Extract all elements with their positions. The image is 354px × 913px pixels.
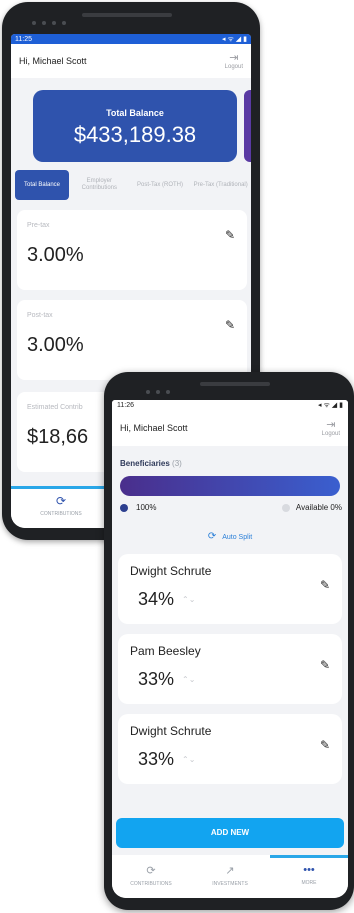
screen-beneficiaries: 11:26 ◂ ᯤ ◢ ▮ Hi, Michael Scott ⇥ Logout… [112,400,348,898]
greeting-text: Hi, Michael Scott [19,56,87,66]
edit-pencil-icon[interactable]: ✎ [225,228,235,242]
nav-contributions-label: CONTRIBUTIONS [130,881,172,887]
sync-icon: ⟳ [146,865,156,877]
balance-tabs: Total Balance Employer Contributions Pos… [15,170,251,200]
sync-icon: ⟳ [55,494,67,508]
edit-pencil-icon[interactable]: ✎ [225,318,235,332]
app-header: Hi, Michael Scott ⇥ Logout [11,44,251,78]
stepper-icon[interactable]: ⌃⌄ [182,675,195,684]
beneficiary-name: Dwight Schrute [130,564,212,578]
phone-sensors [146,381,176,399]
beneficiary-pct[interactable]: 34% [138,589,174,610]
beneficiary-card: Dwight Schrute 34% ⌃⌄ ✎ [118,554,342,624]
beneficiary-pct[interactable]: 33% [138,669,174,690]
beneficiary-name: Dwight Schrute [130,724,212,738]
beneficiary-name: Pam Beesley [130,644,201,658]
add-new-button[interactable]: ADD NEW [116,818,344,848]
allocated-dot-icon [120,503,128,512]
phone-speaker [82,13,172,17]
more-icon: ••• [303,864,315,876]
beneficiaries-title: Beneficiaries [120,459,170,468]
beneficiary-card: Pam Beesley 33% ⌃⌄ ✎ [118,634,342,704]
balance-amount: $433,189.38 [73,122,197,147]
nav-contributions-label: CONTRIBUTIONS [40,511,82,517]
estimated-label: Estimated Contrib [27,404,83,411]
status-icons: ◂ ᯤ ◢ ▮ [222,35,247,43]
trend-icon: ↗ [225,865,235,877]
logout-button[interactable]: ⇥ Logout [321,418,340,437]
allocated-legend: 100% [120,503,156,512]
beneficiaries-heading: Beneficiaries (3) [120,459,182,468]
nav-more-label: MORE [301,880,317,886]
phone-front: 11:26 ◂ ᯤ ◢ ▮ Hi, Michael Scott ⇥ Logout… [104,372,354,910]
status-bar: 11:25 ◂ ᯤ ◢ ▮ [11,34,251,44]
post-tax-card: Post-tax 3.00% ✎ [17,300,247,380]
status-bar: 11:26 ◂ ᯤ ◢ ▮ [112,400,348,410]
logout-icon: ⇥ [229,51,239,64]
nav-investments[interactable]: ↗ INVESTMENTS [191,864,269,887]
auto-split-button[interactable]: ⟳ Auto Split [112,531,348,542]
nav-more[interactable]: ••• MORE [270,864,348,886]
nav-active-indicator [270,855,348,858]
post-tax-label: Post-tax [27,312,53,319]
total-balance-card[interactable]: Total Balance $433,189.38 [33,90,237,162]
mockup-stage: 11:25 ◂ ᯤ ◢ ▮ Hi, Michael Scott ⇥ Logout… [0,0,354,913]
pre-tax-value: 3.00% [27,244,84,266]
refresh-icon: ⟳ [207,531,217,542]
stepper-icon[interactable]: ⌃⌄ [182,595,195,604]
available-dot-icon [281,503,290,512]
tab-post-tax[interactable]: Post-Tax (ROTH) [130,170,191,200]
status-time: 11:26 [117,401,134,409]
nav-contributions[interactable]: ⟳ CONTRIBUTIONS [112,864,190,887]
tab-total-balance[interactable]: Total Balance [15,170,69,200]
app-header: Hi, Michael Scott ⇥ Logout [112,410,348,446]
nav-investments-label: INVESTMENTS [212,881,248,887]
tab-employer-contributions[interactable]: Employer Contributions [69,170,130,200]
auto-split-label: Auto Split [222,534,253,541]
phone-sensors [32,12,82,25]
allocation-legend: 100% Available 0% [120,503,342,515]
logout-label: Logout [321,430,340,437]
post-tax-value: 3.00% [27,334,84,356]
allocation-bar [120,476,340,496]
status-icons: ◂ ᯤ ◢ ▮ [318,401,343,409]
status-time: 11:25 [15,35,32,43]
balance-label: Total Balance [106,108,164,118]
logout-button[interactable]: ⇥ Logout [224,51,243,70]
pre-tax-label: Pre-tax [27,222,50,229]
edit-pencil-icon[interactable]: ✎ [320,658,330,672]
nav-active-indicator [11,486,111,489]
tab-pre-tax[interactable]: Pre-Tax (Traditional) [190,170,251,200]
next-card-peek[interactable] [244,90,251,162]
nav-contributions[interactable]: ⟳ CONTRIBUTIONS [21,494,101,517]
available-label: Available 0% [295,503,342,512]
logout-label: Logout [224,63,243,70]
allocated-pct: 100% [136,503,157,512]
pre-tax-card: Pre-tax 3.00% ✎ [17,210,247,290]
logout-icon: ⇥ [326,418,336,431]
beneficiary-pct[interactable]: 33% [138,749,174,770]
bottom-nav: ⟳ CONTRIBUTIONS ↗ INVESTMENTS ••• MORE [112,855,348,898]
phone-speaker [200,382,270,386]
stepper-icon[interactable]: ⌃⌄ [182,755,195,764]
edit-pencil-icon[interactable]: ✎ [320,578,330,592]
greeting-text: Hi, Michael Scott [120,423,188,433]
beneficiary-card: Dwight Schrute 33% ⌃⌄ ✎ [118,714,342,784]
edit-pencil-icon[interactable]: ✎ [320,738,330,752]
beneficiaries-count: (3) [172,459,182,468]
available-legend: Available 0% [281,503,342,512]
estimated-value: $18,66 [27,426,89,448]
